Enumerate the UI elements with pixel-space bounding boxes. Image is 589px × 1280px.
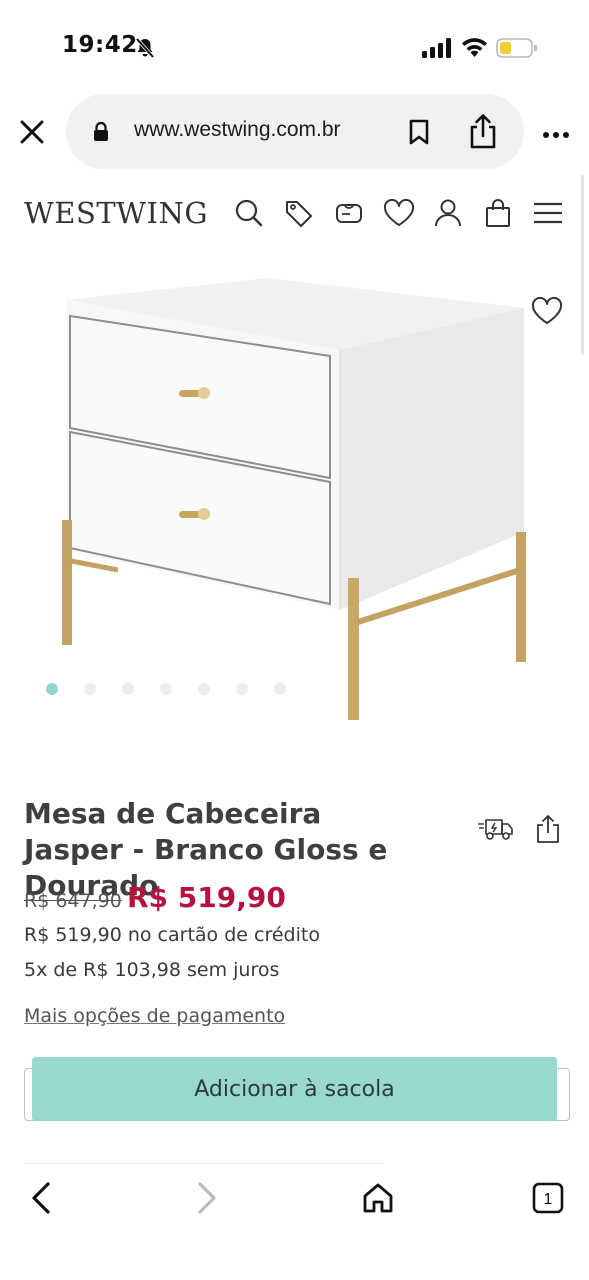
status-bar: 19:42 — [0, 0, 589, 90]
carousel-dot[interactable] — [236, 683, 248, 695]
bookmark-icon[interactable] — [407, 118, 431, 150]
carousel-dot[interactable] — [122, 683, 134, 695]
installments-info: 5x de R$ 103,98 sem juros — [24, 959, 280, 981]
original-price: R$ 647,90 — [24, 890, 122, 912]
more-icon[interactable] — [542, 124, 570, 143]
share-product-icon[interactable] — [535, 814, 561, 848]
close-button[interactable] — [18, 118, 46, 146]
forward-icon[interactable] — [194, 1180, 220, 1220]
wifi-icon — [461, 36, 488, 61]
scrollbar[interactable] — [581, 175, 584, 355]
divider — [24, 1163, 384, 1164]
home-icon[interactable] — [362, 1180, 394, 1220]
bell-slash-icon — [135, 37, 155, 63]
payment-options-link[interactable]: Mais opções de pagamento — [24, 1005, 285, 1027]
menu-icon[interactable] — [532, 198, 564, 232]
bag-icon[interactable] — [484, 198, 512, 232]
site-logo[interactable]: WESTWING — [24, 196, 208, 230]
user-icon[interactable] — [434, 198, 462, 232]
tag-icon[interactable] — [284, 198, 314, 232]
status-time: 19:42 — [62, 32, 138, 58]
carousel-dot[interactable] — [160, 683, 172, 695]
battery-icon — [496, 37, 538, 63]
sale-price: R$ 519,90 — [127, 881, 286, 914]
wishlist-heart-icon[interactable] — [530, 296, 564, 330]
back-icon[interactable] — [28, 1180, 54, 1220]
carousel-dot[interactable] — [84, 683, 96, 695]
add-to-cart-button[interactable]: Adicionar à sacola — [32, 1057, 557, 1121]
signal-icon — [422, 38, 452, 62]
url-text[interactable]: www.westwing.com.br — [134, 118, 341, 142]
voucher-icon[interactable] — [334, 198, 364, 232]
search-icon[interactable] — [234, 198, 264, 232]
tabs-icon[interactable]: 1 — [532, 1182, 564, 1218]
carousel-dot[interactable] — [198, 683, 210, 695]
heart-icon[interactable] — [382, 198, 416, 232]
tab-count: 1 — [544, 1191, 553, 1208]
carousel-dot[interactable] — [46, 683, 58, 695]
delivery-truck-icon[interactable] — [478, 816, 514, 846]
lock-icon — [92, 121, 110, 147]
share-icon[interactable] — [468, 112, 498, 154]
credit-card-price: R$ 519,90 no cartão de crédito — [24, 924, 320, 946]
product-image[interactable] — [58, 270, 538, 730]
carousel-dot[interactable] — [274, 683, 286, 695]
close-icon — [20, 120, 44, 144]
